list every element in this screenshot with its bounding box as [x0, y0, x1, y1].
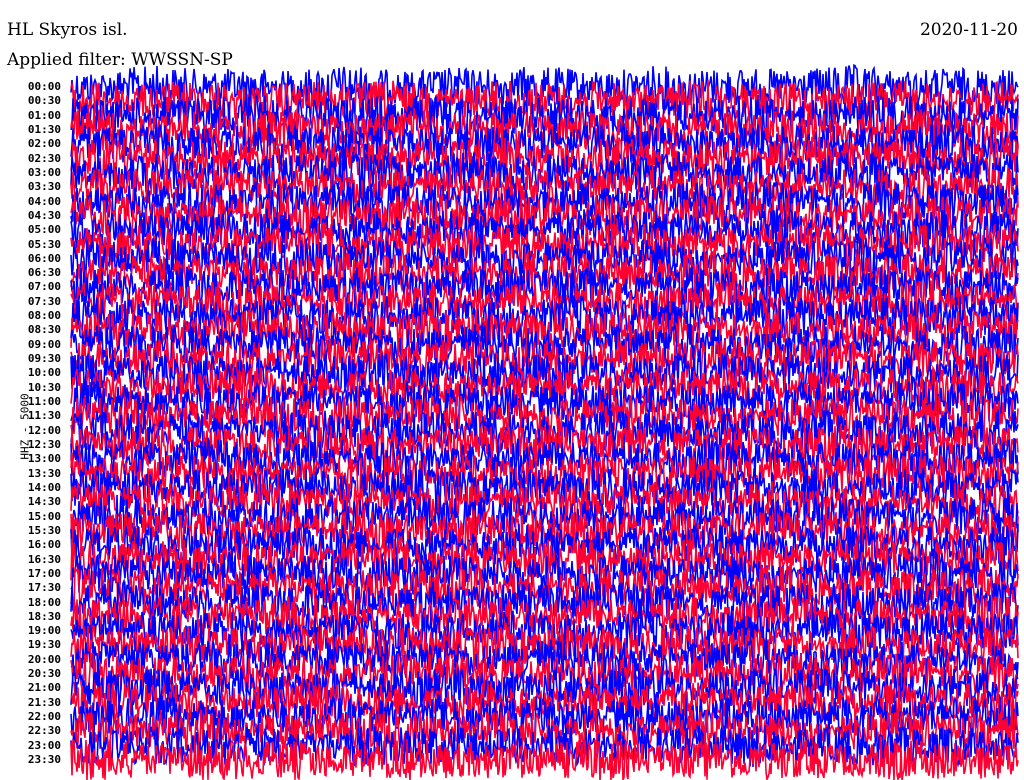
helicorder-plot	[70, 63, 1019, 780]
